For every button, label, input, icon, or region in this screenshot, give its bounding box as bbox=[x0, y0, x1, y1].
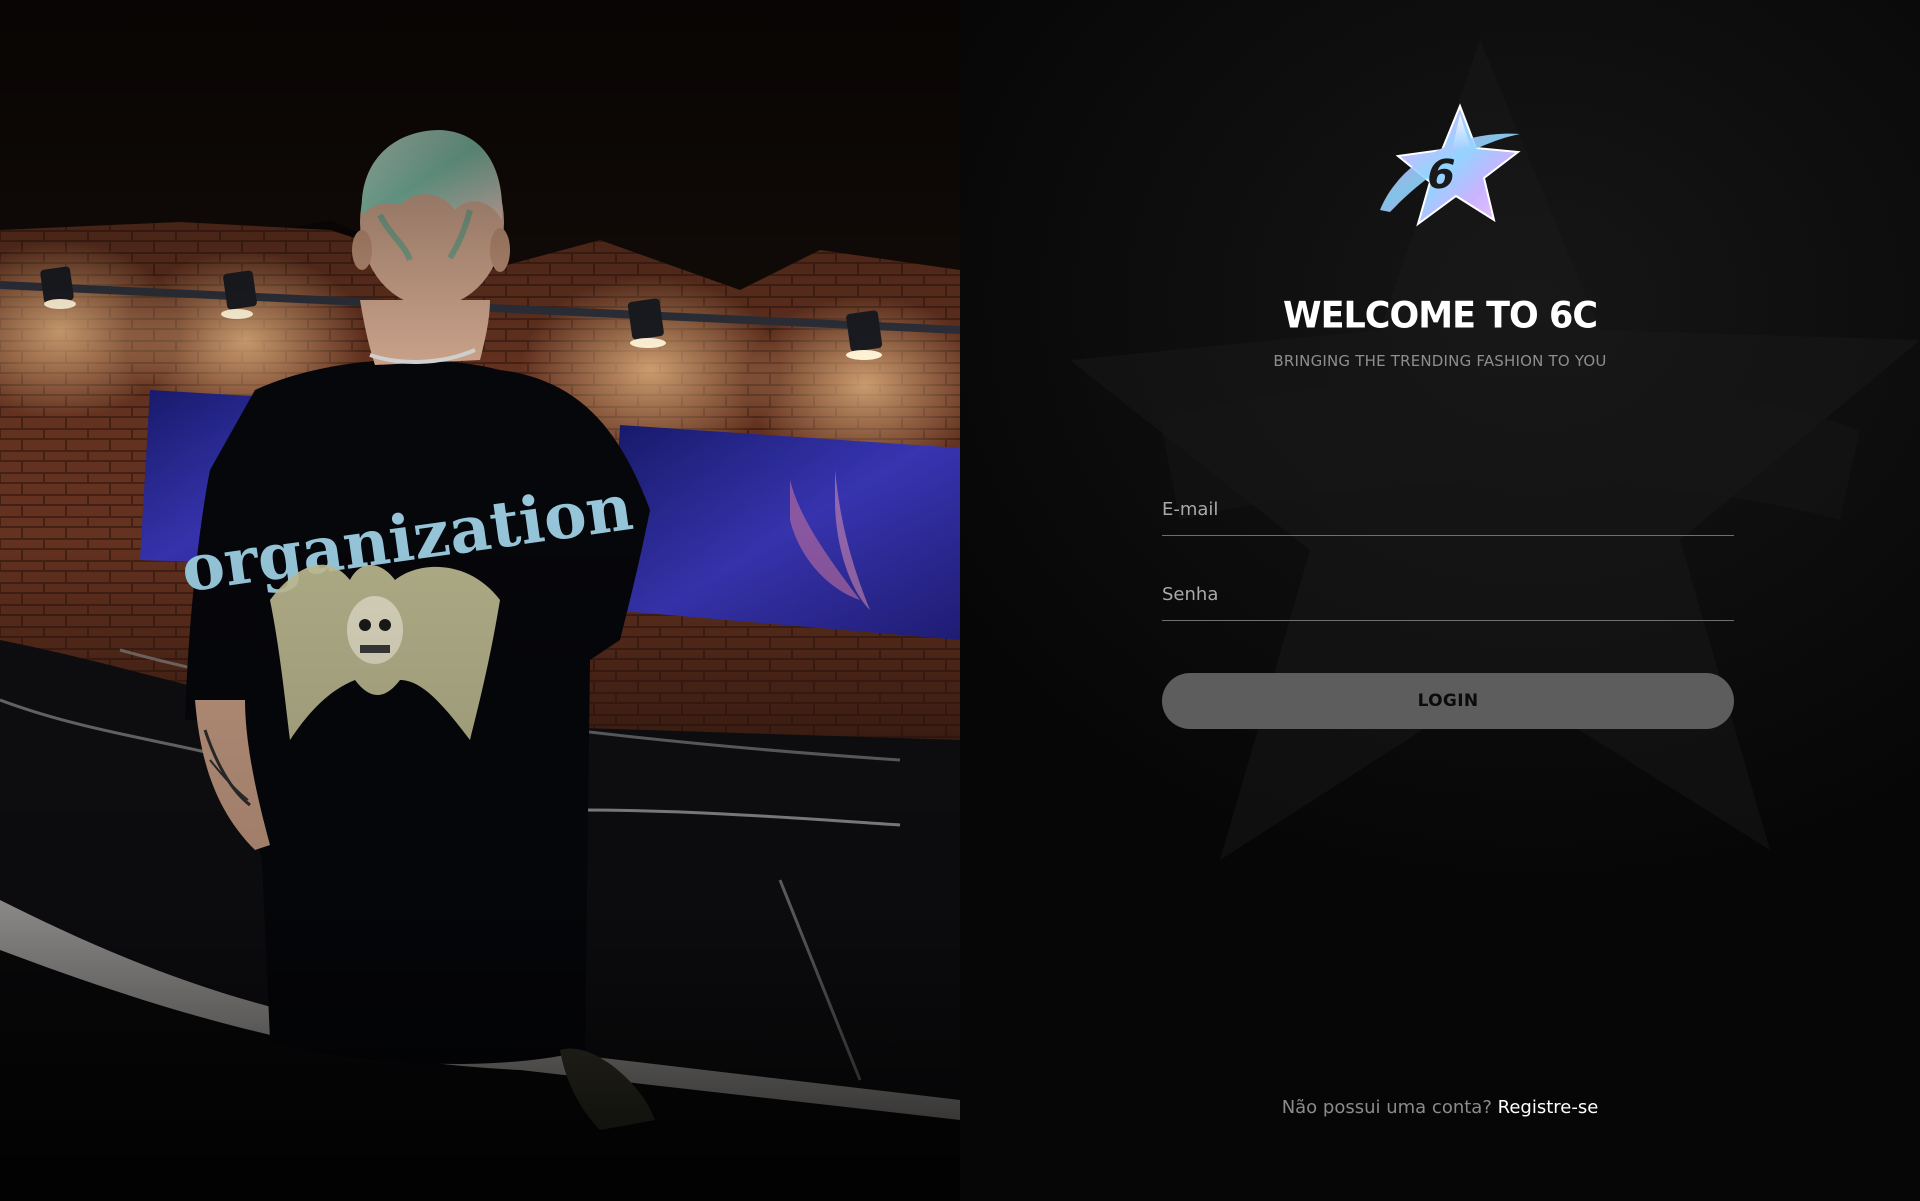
password-field[interactable] bbox=[1162, 573, 1734, 621]
hero-photo: organization bbox=[0, 0, 960, 1201]
login-button[interactable]: LOGIN bbox=[1162, 673, 1734, 729]
register-row: Não possui uma conta? Registre-se bbox=[960, 1097, 1920, 1118]
login-page: organization bbox=[0, 0, 1920, 1201]
register-link[interactable]: Registre-se bbox=[1498, 1097, 1599, 1118]
login-panel: 6 WELCOME TO 6C BRINGING THE TRENDING FA… bbox=[960, 0, 1920, 1201]
page-title: WELCOME TO 6C bbox=[1282, 295, 1598, 337]
register-prompt: Não possui uma conta? bbox=[1281, 1097, 1498, 1118]
page-subtitle: BRINGING THE TRENDING FASHION TO YOU bbox=[1273, 352, 1607, 370]
email-field[interactable] bbox=[1162, 488, 1734, 536]
fashion-model-photo: organization bbox=[0, 0, 960, 1201]
6c-star-logo-icon: 6 bbox=[1380, 103, 1521, 227]
